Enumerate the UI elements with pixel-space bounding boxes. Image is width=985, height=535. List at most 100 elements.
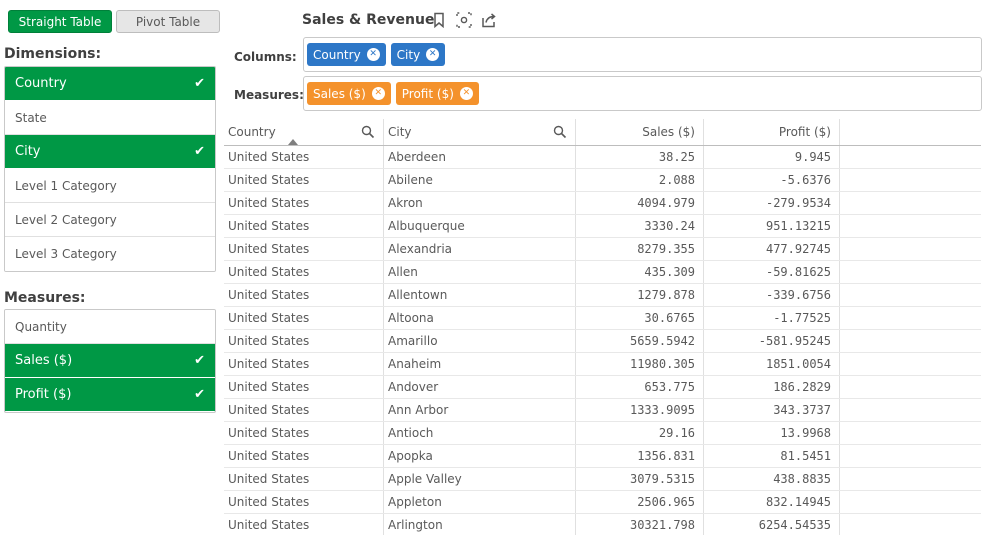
checkmark-icon: ✔ bbox=[194, 76, 205, 91]
cell-country: United States bbox=[224, 491, 384, 513]
cell-empty bbox=[840, 330, 981, 352]
chip-label: City bbox=[396, 47, 421, 62]
cell-country: United States bbox=[224, 399, 384, 421]
cell-profit: 343.3737 bbox=[704, 399, 840, 421]
cell-empty bbox=[840, 468, 981, 490]
table-row: United States Antioch 29.16 13.9968 bbox=[224, 422, 981, 445]
export-icon[interactable] bbox=[481, 12, 497, 28]
cell-profit: -279.9534 bbox=[704, 192, 840, 214]
cell-profit: 81.5451 bbox=[704, 445, 840, 467]
dimension-item-city[interactable]: City ✔ bbox=[5, 135, 215, 169]
cell-sales: 2506.965 bbox=[576, 491, 704, 513]
search-icon[interactable] bbox=[553, 125, 567, 139]
cell-empty bbox=[840, 491, 981, 513]
remove-icon[interactable]: ✕ bbox=[371, 87, 385, 100]
chip-label: Country bbox=[313, 47, 361, 62]
cell-profit: -59.81625 bbox=[704, 261, 840, 283]
column-header-profit[interactable]: Profit ($) bbox=[704, 119, 840, 145]
option-label: Sales ($) bbox=[15, 353, 73, 368]
measure-item-profit[interactable]: Profit ($) ✔ bbox=[5, 378, 215, 412]
option-label: Quantity bbox=[15, 319, 67, 334]
column-header-sales[interactable]: Sales ($) bbox=[576, 119, 704, 145]
cell-sales: 30321.798 bbox=[576, 514, 704, 535]
dimensions-title: Dimensions: bbox=[4, 46, 102, 62]
snapshot-icon[interactable] bbox=[456, 12, 472, 28]
cell-sales: 3330.24 bbox=[576, 215, 704, 237]
table-row: United States Altoona 30.6765 -1.77525 bbox=[224, 307, 981, 330]
cell-city: Apopka bbox=[384, 445, 576, 467]
chip-profit[interactable]: Profit ($) ✕ bbox=[395, 82, 479, 105]
cell-country: United States bbox=[224, 146, 384, 168]
data-table: Country City Sales ($) Profit ($) United… bbox=[224, 119, 981, 535]
cell-sales: 4094.979 bbox=[576, 192, 704, 214]
cell-city: Ann Arbor bbox=[384, 399, 576, 421]
chip-sales[interactable]: Sales ($) ✕ bbox=[307, 82, 391, 105]
column-header-country[interactable]: Country bbox=[224, 119, 384, 145]
measure-item-sales[interactable]: Sales ($) ✔ bbox=[5, 344, 215, 378]
option-label: Profit ($) bbox=[15, 387, 72, 402]
cell-sales: 5659.5942 bbox=[576, 330, 704, 352]
cell-empty bbox=[840, 169, 981, 191]
cell-country: United States bbox=[224, 422, 384, 444]
cell-city: Akron bbox=[384, 192, 576, 214]
table-row: United States Apopka 1356.831 81.5451 bbox=[224, 445, 981, 468]
chip-country[interactable]: Country ✕ bbox=[307, 43, 386, 66]
table-row: United States Arlington 30321.798 6254.5453… bbox=[224, 514, 981, 535]
cell-profit: -5.6376 bbox=[704, 169, 840, 191]
table-row: United States Andover 653.775 186.2829 bbox=[224, 376, 981, 399]
dimension-item-country[interactable]: Country ✔ bbox=[5, 67, 215, 101]
measures-dropzone[interactable]: Sales ($) ✕ Profit ($) ✕ bbox=[303, 76, 982, 111]
option-label: Level 2 Category bbox=[15, 212, 117, 227]
cell-sales: 1356.831 bbox=[576, 445, 704, 467]
cell-city: Allen bbox=[384, 261, 576, 283]
cell-empty bbox=[840, 422, 981, 444]
chip-city[interactable]: City ✕ bbox=[390, 43, 446, 66]
cell-profit: 186.2829 bbox=[704, 376, 840, 398]
dimension-item-level-3-category[interactable]: Level 3 Category bbox=[5, 237, 215, 271]
column-header-empty bbox=[840, 119, 981, 145]
column-header-label: Country bbox=[228, 125, 276, 139]
table-row: United States Albuquerque 3330.24 951.13215 bbox=[224, 215, 981, 238]
remove-icon[interactable]: ✕ bbox=[366, 48, 380, 61]
cell-sales: 1333.9095 bbox=[576, 399, 704, 421]
table-row: United States Abilene 2.088 -5.6376 bbox=[224, 169, 981, 192]
cell-profit: 9.945 bbox=[704, 146, 840, 168]
table-row: United States Alexandria 8279.355 477.92745 bbox=[224, 238, 981, 261]
remove-icon[interactable]: ✕ bbox=[426, 48, 440, 61]
cell-empty bbox=[840, 192, 981, 214]
columns-dropzone[interactable]: Country ✕ City ✕ bbox=[303, 37, 982, 72]
table-header-row: Country City Sales ($) Profit ($) bbox=[224, 119, 981, 146]
cell-country: United States bbox=[224, 307, 384, 329]
cell-profit: 438.8835 bbox=[704, 468, 840, 490]
dimension-item-level-2-category[interactable]: Level 2 Category bbox=[5, 203, 215, 237]
option-label: Country bbox=[15, 76, 67, 91]
cell-empty bbox=[840, 146, 981, 168]
sort-ascending-icon bbox=[288, 139, 298, 145]
cell-empty bbox=[840, 445, 981, 467]
dimension-item-level-1-category[interactable]: Level 1 Category bbox=[5, 169, 215, 203]
column-header-city[interactable]: City bbox=[384, 119, 576, 145]
search-icon[interactable] bbox=[361, 125, 375, 139]
remove-icon[interactable]: ✕ bbox=[459, 87, 473, 100]
measure-item-quantity[interactable]: Quantity bbox=[5, 310, 215, 344]
cell-sales: 1279.878 bbox=[576, 284, 704, 306]
dimensions-list: Country ✔ State City ✔ Level 1 Category Level … bbox=[4, 66, 216, 272]
cell-profit: 951.13215 bbox=[704, 215, 840, 237]
cell-profit: 6254.54535 bbox=[704, 514, 840, 535]
straight-table-button[interactable]: Straight Table bbox=[8, 10, 112, 33]
pivot-table-button[interactable]: Pivot Table bbox=[116, 10, 220, 33]
cell-country: United States bbox=[224, 376, 384, 398]
cell-sales: 653.775 bbox=[576, 376, 704, 398]
cell-city: Albuquerque bbox=[384, 215, 576, 237]
option-label: Level 1 Category bbox=[15, 178, 117, 193]
column-header-label: City bbox=[388, 125, 412, 139]
dimension-item-state[interactable]: State bbox=[5, 101, 215, 135]
cell-sales: 2.088 bbox=[576, 169, 704, 191]
cell-city: Apple Valley bbox=[384, 468, 576, 490]
measures-title: Measures: bbox=[4, 290, 86, 306]
cell-sales: 29.16 bbox=[576, 422, 704, 444]
cell-empty bbox=[840, 238, 981, 260]
checkmark-icon: ✔ bbox=[194, 387, 205, 402]
cell-city: Amarillo bbox=[384, 330, 576, 352]
bookmark-icon[interactable] bbox=[431, 12, 447, 28]
